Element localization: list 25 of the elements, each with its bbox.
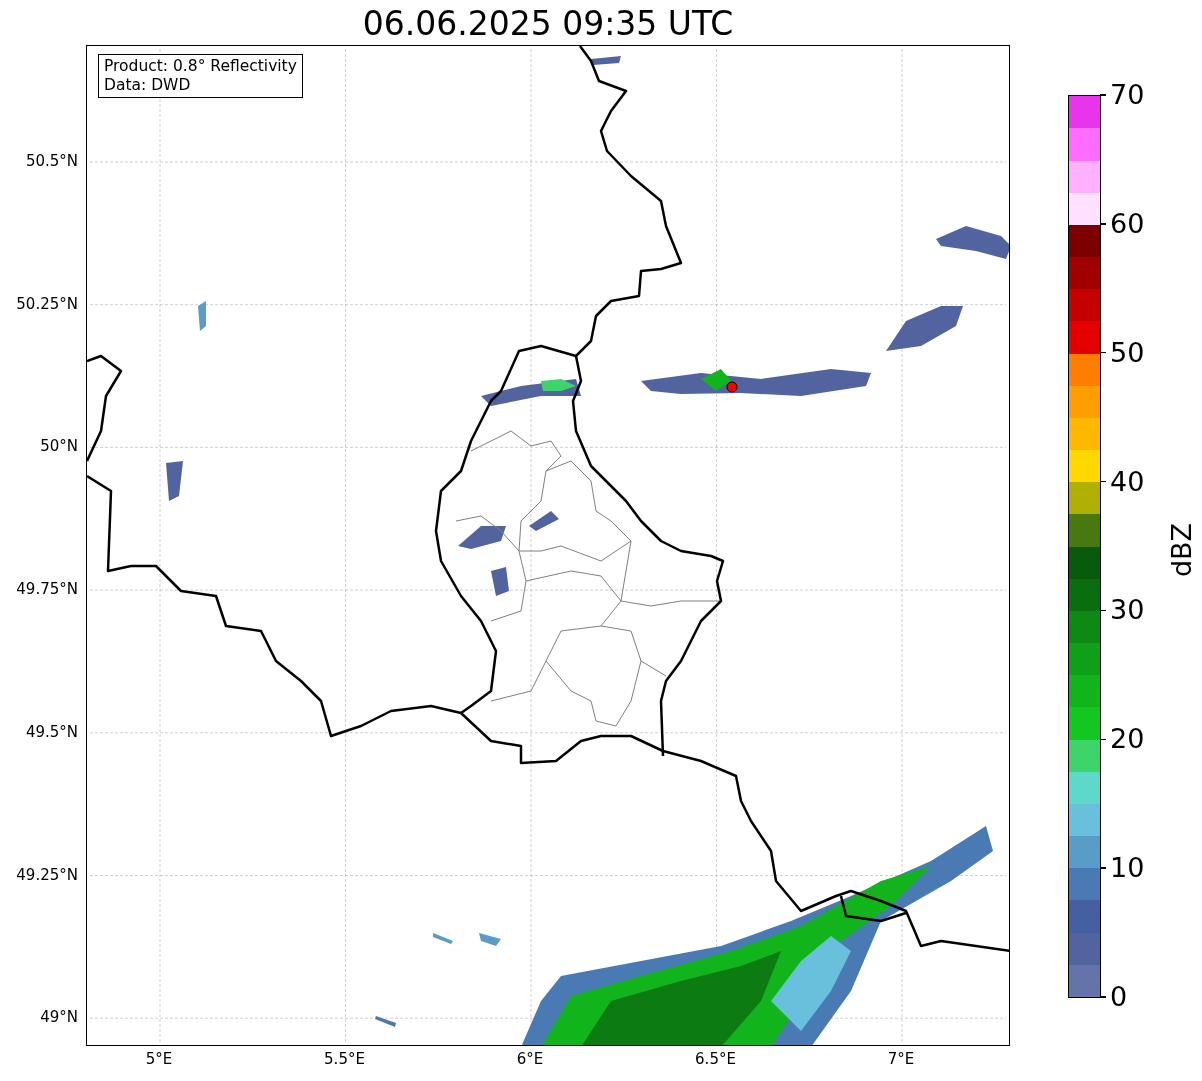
x-tick-label: 5.5°E [323, 1050, 366, 1068]
y-tick-label: 49.5°N [25, 722, 78, 741]
y-tick-label: 50°N [40, 437, 78, 456]
colorbar-tick-label: 10 [1110, 852, 1145, 885]
x-tick-label: 6°E [515, 1050, 545, 1068]
info-text: Product: 0.8° Reflectivity [104, 57, 297, 76]
colorbar-label: dBZ [1166, 522, 1198, 578]
x-tick-label: 7°E [886, 1050, 916, 1068]
y-tick-label: 50.25°N [16, 294, 78, 313]
x-tick-label: 6.5°E [694, 1050, 737, 1068]
y-tick-label: 50.5°N [25, 152, 78, 170]
colorbar-tick-label: 50 [1110, 336, 1145, 369]
info-text: Data: DWD [104, 76, 192, 95]
x-tick-label: 5°E [144, 1050, 174, 1068]
colorbar-tick-label: 30 [1110, 594, 1145, 627]
colorbar-tick-label: 0 [1110, 981, 1128, 1013]
chart-title: 06.06.2025 09:35 UTC [361, 4, 735, 44]
colorbar-tick-label: 70 [1110, 79, 1145, 111]
colorbar-tick-label: 60 [1110, 207, 1145, 240]
radar-site-marker [726, 381, 738, 393]
y-tick-label: 49.75°N [16, 580, 78, 599]
colorbar-tick-label: 20 [1110, 723, 1145, 756]
y-tick-label: 49.25°N [16, 865, 78, 884]
colorbar-tick-label: 40 [1110, 465, 1145, 498]
y-tick-label: 49°N [40, 1008, 78, 1027]
